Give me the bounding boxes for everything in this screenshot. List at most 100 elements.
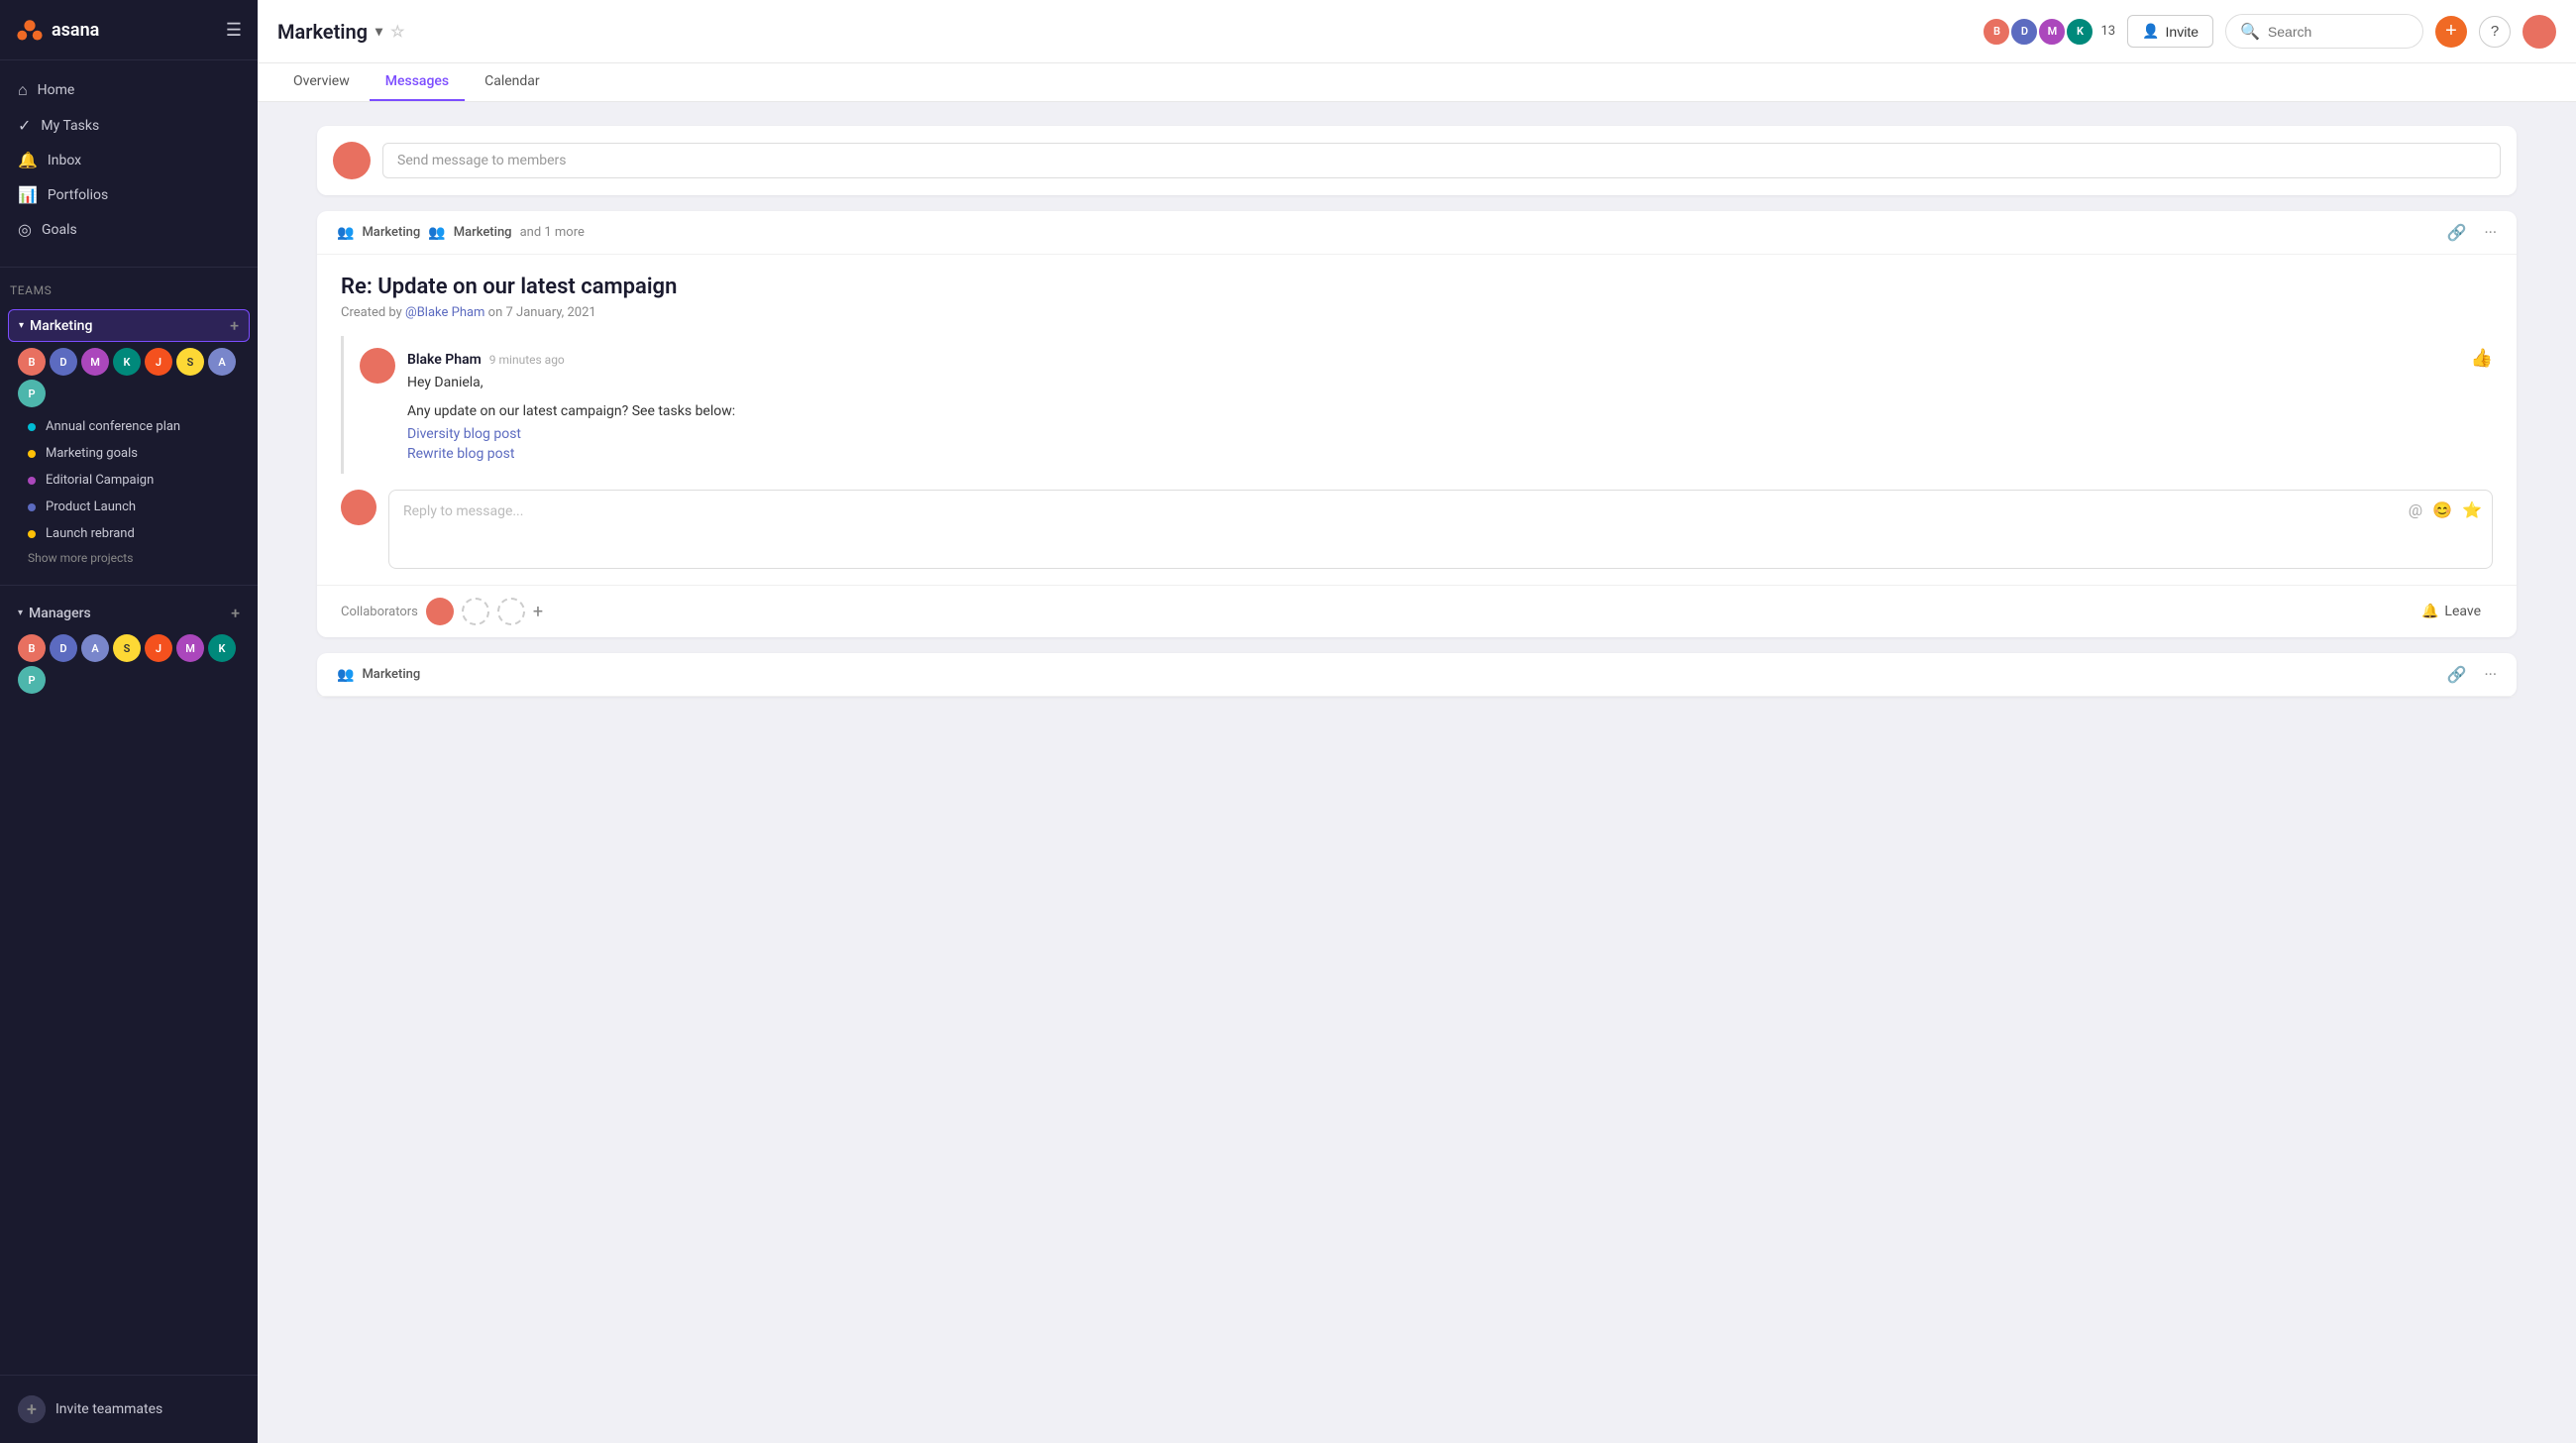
- chevron-down-icon: ▾: [18, 608, 23, 618]
- topbar-avatar: B: [1982, 17, 2011, 47]
- add-button[interactable]: +: [2435, 16, 2467, 48]
- tab-overview[interactable]: Overview: [277, 63, 366, 101]
- more-options-icon-2[interactable]: ···: [2484, 665, 2497, 684]
- marketing-team-header[interactable]: ▾ Marketing +: [8, 309, 250, 342]
- search-bar[interactable]: 🔍: [2225, 14, 2423, 49]
- avatar: J: [145, 634, 172, 662]
- sidebar-item-inbox-label: Inbox: [48, 153, 81, 168]
- project-dot: [28, 530, 36, 538]
- collaborator-add-2[interactable]: [497, 598, 525, 625]
- reply-icons: @ 😊 ⭐: [2409, 500, 2482, 519]
- invite-button[interactable]: 👤 Invite: [2127, 15, 2213, 48]
- leave-label: Leave: [2444, 604, 2481, 619]
- star-emoji-icon[interactable]: ⭐: [2462, 500, 2482, 519]
- help-button[interactable]: ?: [2479, 16, 2511, 48]
- avatar: A: [208, 348, 236, 376]
- message-body: Re: Update on our latest campaign Create…: [317, 255, 2517, 474]
- collaborators-label: Collaborators: [341, 605, 418, 619]
- author-mention[interactable]: @Blake Pham: [405, 305, 484, 320]
- project-dot: [28, 423, 36, 431]
- reply-input[interactable]: Reply to message... @ 😊 ⭐: [388, 490, 2493, 569]
- sidebar-item-my-tasks-label: My Tasks: [41, 118, 99, 134]
- emoji-icon[interactable]: 😊: [2432, 500, 2452, 519]
- msg-and-more: and 1 more: [520, 225, 585, 240]
- topbar-avatar: D: [2009, 17, 2039, 47]
- invite-teammates-label: Invite teammates: [55, 1401, 162, 1417]
- add-to-marketing-icon[interactable]: +: [230, 316, 239, 335]
- project-dot: [28, 477, 36, 485]
- collaborators-bar: Collaborators + 🔔 Leave: [317, 585, 2517, 637]
- avatar: S: [176, 348, 204, 376]
- marketing-team-label: Marketing: [30, 318, 92, 334]
- check-icon: ✓: [18, 116, 31, 135]
- sidebar-footer: + Invite teammates: [0, 1375, 258, 1443]
- invite-person-icon: 👤: [2142, 23, 2159, 40]
- link-icon[interactable]: 🔗: [2447, 223, 2467, 242]
- like-icon[interactable]: 👍: [2471, 348, 2493, 369]
- managers-team-avatars: B D A S J M K P: [8, 628, 250, 700]
- link-icon-2[interactable]: 🔗: [2447, 665, 2467, 684]
- sidebar-item-portfolios[interactable]: 📊 Portfolios: [8, 177, 250, 212]
- sidebar-toggle-icon[interactable]: ☰: [226, 20, 242, 41]
- tab-messages[interactable]: Messages: [370, 63, 465, 101]
- project-item-launch-rebrand[interactable]: Launch rebrand: [8, 520, 250, 547]
- group-icon-2: 👥: [428, 225, 445, 241]
- project-item-editorial-campaign[interactable]: Editorial Campaign: [8, 467, 250, 494]
- compose-input[interactable]: Send message to members: [382, 143, 2501, 178]
- rewrite-blog-post-link[interactable]: Rewrite blog post: [407, 446, 2493, 462]
- tab-calendar[interactable]: Calendar: [469, 63, 556, 101]
- project-item-annual-conference[interactable]: Annual conference plan: [8, 413, 250, 440]
- avatar: K: [113, 348, 141, 376]
- managers-team: ▾ Managers + B D A S J M K P: [0, 594, 258, 704]
- sidebar-header: asana ☰: [0, 0, 258, 60]
- invite-button-label: Invite: [2166, 24, 2199, 40]
- project-item-product-launch[interactable]: Product Launch: [8, 494, 250, 520]
- more-options-icon[interactable]: ···: [2484, 223, 2497, 242]
- sidebar-nav: ⌂ Home ✓ My Tasks 🔔 Inbox 📊 Portfolios ◎…: [0, 60, 258, 259]
- diversity-blog-post-link[interactable]: Diversity blog post: [407, 426, 2493, 442]
- collaborator-add-1[interactable]: [462, 598, 489, 625]
- thread-header: Blake Pham 9 minutes ago 👍: [407, 348, 2493, 369]
- show-more-projects[interactable]: Show more projects: [8, 547, 250, 569]
- sidebar-item-goals[interactable]: ◎ Goals: [8, 212, 250, 247]
- leave-button[interactable]: 🔔 Leave: [2410, 598, 2493, 625]
- avatar: M: [176, 634, 204, 662]
- asana-logo-icon: [16, 16, 44, 44]
- reply-avatar: [341, 490, 376, 525]
- sidebar-item-inbox[interactable]: 🔔 Inbox: [8, 143, 250, 177]
- group-icon: 👥: [337, 225, 354, 241]
- group-icon-3: 👥: [337, 667, 354, 683]
- managers-team-header[interactable]: ▾ Managers +: [8, 598, 250, 628]
- sidebar-item-goals-label: Goals: [42, 222, 77, 238]
- invite-teammates-item[interactable]: + Invite teammates: [8, 1388, 250, 1431]
- sidebar-item-my-tasks[interactable]: ✓ My Tasks: [8, 108, 250, 143]
- avatar: P: [18, 380, 46, 407]
- bell-leave-icon: 🔔: [2421, 604, 2438, 619]
- sidebar-item-portfolios-label: Portfolios: [48, 187, 108, 203]
- page-title-text: Marketing: [277, 20, 368, 44]
- add-collaborator-icon[interactable]: +: [533, 602, 543, 622]
- bell-icon: 🔔: [18, 151, 38, 169]
- topbar: Marketing ▾ ☆ B D M K 13 👤 Invite 🔍 + ?: [258, 0, 2576, 63]
- title-chevron-icon[interactable]: ▾: [376, 24, 382, 40]
- asana-logo[interactable]: asana: [16, 16, 99, 44]
- messages-content: Send message to members 👥 Marketing 👥 Ma…: [258, 102, 2576, 1443]
- topbar-member-count: 13: [2100, 24, 2115, 39]
- compose-avatar: [333, 142, 371, 179]
- sidebar: asana ☰ ⌂ Home ✓ My Tasks 🔔 Inbox 📊 Port…: [0, 0, 258, 1443]
- at-icon[interactable]: @: [2409, 500, 2422, 519]
- compose-placeholder: Send message to members: [397, 153, 567, 168]
- message-card-1: 👥 Marketing 👥 Marketing and 1 more 🔗 ···…: [317, 211, 2517, 637]
- search-input[interactable]: [2268, 24, 2409, 40]
- main-area: Marketing ▾ ☆ B D M K 13 👤 Invite 🔍 + ? …: [258, 0, 2576, 1443]
- thread-author-avatar: [360, 348, 395, 384]
- favorite-icon[interactable]: ☆: [390, 22, 404, 41]
- message-meta: Created by @Blake Pham on 7 January, 202…: [341, 305, 2493, 320]
- managers-team-label: Managers: [29, 606, 91, 621]
- sidebar-item-home[interactable]: ⌂ Home: [8, 72, 250, 108]
- message-card-2: 👥 Marketing 🔗 ···: [317, 653, 2517, 697]
- avatar: J: [145, 348, 172, 376]
- project-item-marketing-goals[interactable]: Marketing goals: [8, 440, 250, 467]
- add-to-managers-icon[interactable]: +: [231, 604, 240, 622]
- user-avatar[interactable]: [2522, 15, 2556, 49]
